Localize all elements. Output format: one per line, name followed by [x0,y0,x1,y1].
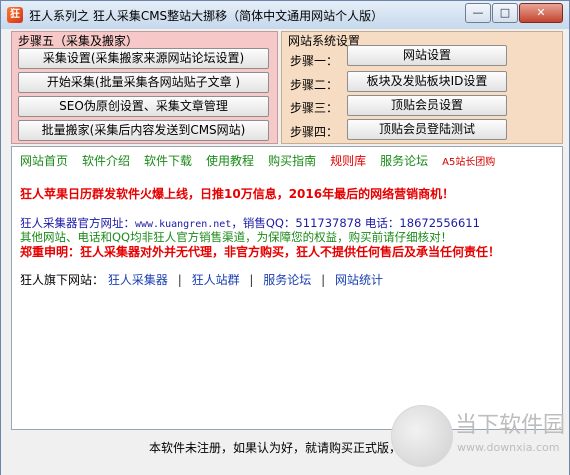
step3-label: 步骤三： [290,101,339,115]
step1-label: 步骤一： [290,54,339,68]
nav-download-link[interactable]: 软件下载 [144,154,192,168]
official-contact: ，销售QQ：511737878 电话：18672556611 [231,216,480,230]
board-id-settings-button[interactable]: 板块及发贴板块ID设置 [347,71,507,92]
sites-row: 狂人旗下网站： 狂人采集器 | 狂人站群 | 服务论坛 | 网站统计 [20,271,383,288]
window-title: 狂人系列之 狂人采集CMS整站大挪移（简体中文通用网站个人版） [29,9,384,23]
batch-move-button[interactable]: 批量搬家(采集后内容发送到CMS网站) [18,120,269,141]
nav-intro-link[interactable]: 软件介绍 [82,154,130,168]
minimize-button[interactable]: — [465,3,491,23]
info-panel: 网站首页 软件介绍 软件下载 使用教程 购买指南 规则库 服务论坛 A5站长团购 狂人苹果日历… [11,146,563,430]
site-link-stats[interactable]: 网站统计 [335,273,383,287]
separator: | [249,273,254,287]
title-bar: 狂 狂人系列之 狂人采集CMS整站大挪移（简体中文通用网站个人版） — □ ✕ [1,1,569,29]
nav-rules-link[interactable]: 规则库 [330,154,366,168]
bump-member-login-test-button[interactable]: 顶贴会员登陆测试 [347,119,507,140]
watermark-icon [391,405,453,467]
separator: | [177,273,182,287]
site-link-station-group[interactable]: 狂人站群 [192,273,240,287]
start-collect-button[interactable]: 开始采集(批量采集各网站贴子文章 ) [18,72,269,93]
nav-links: 网站首页 软件介绍 软件下载 使用教程 购买指南 规则库 服务论坛 A5站长团购 [20,152,495,169]
bump-member-settings-button[interactable]: 顶贴会员设置 [347,95,507,116]
step5-panel: 步骤五（采集及搬家） 采集设置(采集搬家来源网站论坛设置) 开始采集(批量采集各… [11,31,278,144]
site-link-forum[interactable]: 服务论坛 [263,273,311,287]
site-settings-panel: 网站系统设置 步骤一： 网站设置 步骤二： 板块及发贴板块ID设置 步骤三： 顶… [281,31,563,144]
maximize-button[interactable]: □ [492,3,518,23]
site-link-collector[interactable]: 狂人采集器 [108,273,168,287]
registration-status: 本软件未注册，如果认为好，就请购买正式版，谢谢 [149,441,426,455]
separator: | [321,273,326,287]
official-prefix: 狂人采集器官方网址： [20,216,135,230]
collect-settings-button[interactable]: 采集设置(采集搬家来源网站论坛设置) [18,48,269,69]
nav-home-link[interactable]: 网站首页 [20,154,68,168]
announcement-text: 狂人苹果日历群发软件火爆上线，日推10万信息，2016年最后的网络营销商机！ [20,187,455,201]
watermark-url: www.downxia.com [457,441,560,454]
close-button[interactable]: ✕ [519,3,563,23]
app-icon: 狂 [7,7,23,23]
watermark-logo: 当下软件园 www.downxia.com [391,405,569,471]
app-window: 狂 狂人系列之 狂人采集CMS整站大挪移（简体中文通用网站个人版） — □ ✕ … [0,0,570,475]
nav-purchase-link[interactable]: 购买指南 [268,154,316,168]
sites-label: 狂人旗下网站： [20,273,105,287]
step2-label: 步骤二： [290,78,339,92]
step4-label: 步骤四： [290,125,339,139]
seo-settings-button[interactable]: SEO伪原创设置、采集文章管理 [18,96,269,117]
watermark-title: 当下软件园 [455,413,566,438]
nav-tutorial-link[interactable]: 使用教程 [206,154,254,168]
nav-forum-link[interactable]: 服务论坛 [380,154,428,168]
disclaimer-text: 郑重申明：狂人采集器对外并无代理，非官方购买，狂人不提供任何售后及承当任何责任！ [20,245,501,259]
window-controls: — □ ✕ [464,3,563,23]
site-settings-button[interactable]: 网站设置 [347,45,507,66]
nav-a5-link[interactable]: A5站长团购 [442,157,495,168]
step5-label: 步骤五（采集及搬家） [18,34,139,48]
